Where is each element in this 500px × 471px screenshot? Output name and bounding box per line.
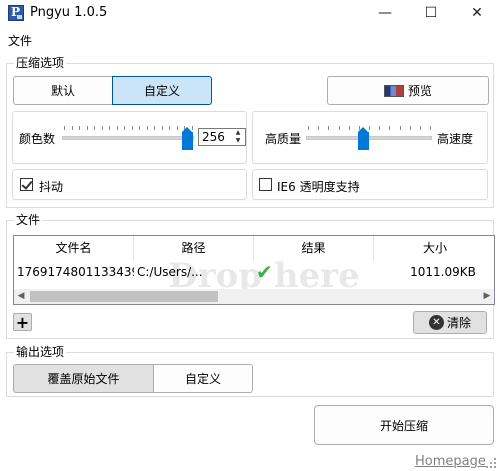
cell-file-name: 1769174801133439 [17,265,134,279]
output-custom-button[interactable]: 自定义 [153,364,253,393]
slider-tick [339,126,340,130]
slider-tick [410,126,411,130]
minimize-button[interactable]: — [362,0,408,28]
slider-thumb[interactable] [182,127,193,150]
homepage-link[interactable]: Homepage [415,454,486,469]
quality-slider[interactable] [306,122,432,150]
start-compress-button[interactable]: 开始压缩 [314,405,494,445]
clear-label: 清除 [446,316,471,330]
slider-tick [328,126,329,130]
scrollbar-thumb[interactable] [30,291,218,302]
resize-grip-icon[interactable] [486,458,496,468]
slider-tick [379,126,380,130]
menu-file[interactable]: 文件 [8,32,32,49]
slider-tick [109,126,110,130]
title-bar: P Pngyu 1.0.5 — ☐ ✕ [0,0,500,28]
slider-tick [147,126,148,130]
cell-size: 1011.09KB [410,265,476,279]
files-group-title: 文件 [14,213,43,227]
quality-low-label: 高质量 [265,132,302,146]
compression-options-title: 压缩选项 [14,56,67,70]
overwrite-original-button[interactable]: 覆盖原始文件 [13,364,154,393]
maximize-button[interactable]: ☐ [408,0,454,28]
close-button[interactable]: ✕ [454,0,500,28]
colors-slider[interactable] [62,122,194,150]
file-table[interactable]: 文件名 路径 结果 大小 Drop here 1769174801133439 … [13,235,495,305]
colors-spinbox[interactable]: 256 ▲ ▼ [198,128,246,146]
preview-label: 预览 [407,84,432,98]
column-header-name[interactable]: 文件名 [14,236,134,260]
slider-tick [400,126,401,130]
slider-tick [389,126,390,130]
app-icon: P [8,5,24,21]
window-title: Pngyu 1.0.5 [30,5,108,20]
dither-label: 抖动 [39,180,64,194]
cell-path: C:/Users/... [137,265,203,279]
slider-tick [72,126,73,130]
slider-tick [154,126,155,130]
slider-tick [430,126,431,130]
scroll-right-icon[interactable]: ▶ [480,289,494,303]
slider-tick [162,126,163,130]
slider-tick [87,126,88,130]
slider-tick [169,126,170,130]
ie6-checkbox[interactable] [259,178,272,191]
slider-tick [420,126,421,130]
slider-tick [192,126,193,130]
slider-tick [102,126,103,130]
table-row[interactable]: 1769174801133439 C:/Users/... ✔ 1011.09K… [14,260,494,284]
slider-tick [132,126,133,130]
check-icon: ✔ [256,260,273,284]
default-mode-button[interactable]: 默认 [13,76,113,105]
slider-tick [94,126,95,130]
slider-tick [318,126,319,130]
slider-tick [349,126,350,130]
slider-tick [124,126,125,130]
slider-tick [177,126,178,130]
colors-label: 颜色数 [19,132,56,146]
quality-high-label: 高速度 [437,132,474,146]
preview-button[interactable]: 预览 [327,76,489,105]
ie6-label: IE6 透明度支持 [277,180,360,194]
custom-mode-button[interactable]: 自定义 [112,76,212,105]
slider-tick [64,126,65,130]
output-options-title: 输出选项 [14,345,67,359]
add-file-button[interactable]: + [13,313,32,332]
preview-icon [383,84,404,97]
horizontal-scrollbar[interactable]: ◀ ▶ [14,289,494,304]
scroll-left-icon[interactable]: ◀ [14,289,28,303]
slider-tick [139,126,140,130]
spin-down-icon[interactable]: ▼ [232,137,244,145]
clear-button[interactable]: ✕ 清除 [413,311,487,334]
slider-tick [117,126,118,130]
colors-value: 256 [202,130,225,144]
dither-checkbox[interactable] [20,178,33,191]
spin-up-icon[interactable]: ▲ [232,129,244,137]
clear-icon: ✕ [428,315,444,330]
slider-tick [369,126,370,130]
slider-thumb[interactable] [358,127,369,150]
slider-tick [308,126,309,130]
slider-tick [79,126,80,130]
